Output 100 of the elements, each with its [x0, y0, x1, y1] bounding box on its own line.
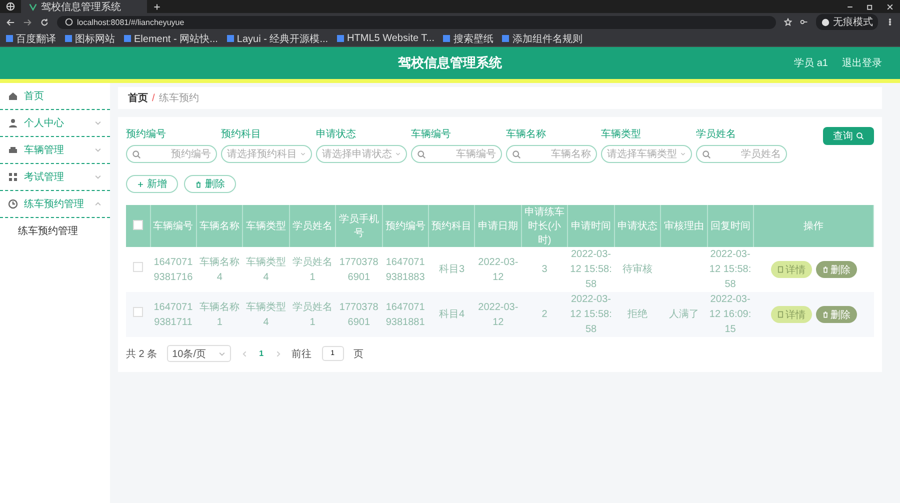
table-cell: 2022-03-12 16:09:15: [707, 292, 754, 337]
address-bar[interactable]: localhost:8081/#/lianchеyuyue: [57, 16, 776, 28]
table-cell: 2022-03-12 15:58:58: [568, 247, 614, 292]
bookmark[interactable]: 图标网站: [65, 32, 115, 46]
page-size-select[interactable]: 10条/页: [167, 345, 232, 362]
vue-logo-icon: [29, 2, 37, 10]
search-field[interactable]: 车辆名称: [506, 145, 597, 163]
plus-icon: [153, 2, 161, 10]
detail-button[interactable]: 详情: [770, 306, 812, 323]
chevron-down-icon: [94, 119, 102, 127]
search-field[interactable]: 学员姓名: [696, 145, 787, 163]
document-icon: [776, 311, 784, 318]
key-icon: [800, 18, 808, 26]
column-header: 预约编号: [382, 205, 429, 247]
table-cell: 科目3: [428, 247, 475, 292]
search-icon: [856, 132, 864, 140]
delete-button[interactable]: 删除: [184, 175, 236, 193]
column-header: 申请状态: [614, 205, 661, 247]
incognito-badge[interactable]: 无痕模式: [816, 14, 878, 30]
table-cell: 2022-03-12 15:58:58: [568, 292, 614, 337]
table-cell: 学员姓名1: [289, 247, 336, 292]
sidebar-item[interactable]: 练车预约管理: [0, 191, 110, 218]
row-checkbox[interactable]: [133, 307, 143, 317]
column-header: 预约科目: [428, 205, 475, 247]
plus-icon: [137, 180, 144, 188]
search-field[interactable]: 预约编号: [126, 145, 217, 163]
filter-label: 车辆名称: [506, 128, 547, 141]
table-cell: 2022-03-12 15:58:58: [707, 247, 754, 292]
goto-label: 前往: [292, 348, 312, 360]
sidebar-subitem[interactable]: 练车预约管理: [0, 218, 110, 244]
filter-label: 车辆编号: [411, 128, 452, 141]
table-cell: 车辆名称4: [196, 247, 243, 292]
column-header: 学员手机号: [336, 205, 382, 247]
chevron-down-icon: [218, 350, 226, 358]
table-cell: 人满了: [660, 292, 708, 337]
query-button[interactable]: 查询: [823, 127, 874, 145]
clock-icon: [8, 199, 18, 209]
delete-button[interactable]: 删除: [816, 261, 856, 278]
table-cell: 车辆类型4: [242, 247, 290, 292]
column-header: 审核理由: [660, 205, 708, 247]
trash-icon: [195, 180, 202, 188]
user-name: 学员 a1: [794, 57, 828, 70]
chevron-down-icon: [94, 146, 102, 154]
column-header: 回复时间: [707, 205, 754, 247]
page-number[interactable]: 1: [259, 349, 264, 358]
forward-icon: [23, 18, 32, 26]
select-all-checkbox[interactable]: [132, 220, 143, 230]
sidebar-item[interactable]: 车辆管理: [0, 137, 110, 164]
row-checkbox[interactable]: [133, 262, 143, 272]
sidebar-item[interactable]: 首页: [0, 83, 110, 110]
filter-label: 预约科目: [221, 128, 262, 141]
bookmark[interactable]: Element - 网站快...: [124, 32, 218, 46]
column-header: 申请日期: [474, 205, 522, 247]
breadcrumb-item[interactable]: 首页: [128, 91, 148, 105]
search-icon: [417, 150, 426, 158]
delete-button[interactable]: 删除: [816, 306, 856, 323]
select-field[interactable]: 请选择车辆类型: [601, 145, 692, 163]
table-cell: 16470719381716: [150, 247, 196, 292]
globe-icon: [6, 2, 15, 11]
bookmark[interactable]: 添加组件名规则: [502, 32, 582, 46]
table-cell: 车辆名称1: [196, 292, 243, 337]
breadcrumb-item[interactable]: 练车预约: [158, 91, 199, 105]
chevron-down-icon: [680, 150, 686, 158]
select-field[interactable]: 请选择申请状态: [316, 145, 407, 163]
column-header: 学员姓名: [289, 205, 336, 247]
search-icon: [132, 150, 141, 158]
bookmark[interactable]: HTML5 Website T...: [337, 33, 434, 44]
bookmark[interactable]: 百度翻译: [6, 32, 56, 46]
search-field[interactable]: 车辆编号: [411, 145, 502, 163]
filter-label: 申请状态: [316, 128, 357, 141]
browser-tab[interactable]: 驾校信息管理系统: [21, 0, 147, 13]
app-title: 驾校信息管理系统: [398, 54, 502, 72]
logout-link[interactable]: 退出登录: [842, 56, 882, 70]
select-field[interactable]: 请选择预约科目: [221, 145, 312, 163]
home-icon: [8, 91, 18, 101]
chevron-down-icon: [94, 173, 102, 181]
table-cell: 拒绝: [614, 292, 661, 337]
table-cell: 17703786901: [336, 247, 382, 292]
bookmark[interactable]: 搜索壁纸: [443, 32, 494, 46]
chevron-up-icon: [94, 200, 102, 208]
chevron-down-icon: [300, 150, 306, 158]
sidebar-item[interactable]: 考试管理: [0, 164, 110, 191]
trash-icon: [822, 311, 828, 318]
sidebar-item[interactable]: 个人中心: [0, 110, 110, 137]
star-icon: [784, 18, 792, 26]
column-header: 操作: [754, 205, 874, 247]
detail-button[interactable]: 详情: [770, 261, 812, 278]
filter-label: 车辆类型: [601, 128, 642, 141]
page-suffix: 页: [354, 348, 364, 360]
bookmark[interactable]: Layui - 经典开源模...: [226, 32, 328, 46]
close-icon: [886, 2, 894, 10]
table-cell: 待审核: [614, 247, 661, 292]
table-cell: 17703786901: [336, 292, 382, 337]
more-icon: [886, 18, 894, 26]
back-icon: [6, 18, 15, 26]
document-icon: [776, 266, 784, 273]
add-button[interactable]: 新增: [126, 175, 178, 193]
search-icon: [512, 150, 521, 158]
chevron-down-icon: [395, 150, 401, 158]
table-cell: 2022-03-12: [474, 292, 522, 337]
